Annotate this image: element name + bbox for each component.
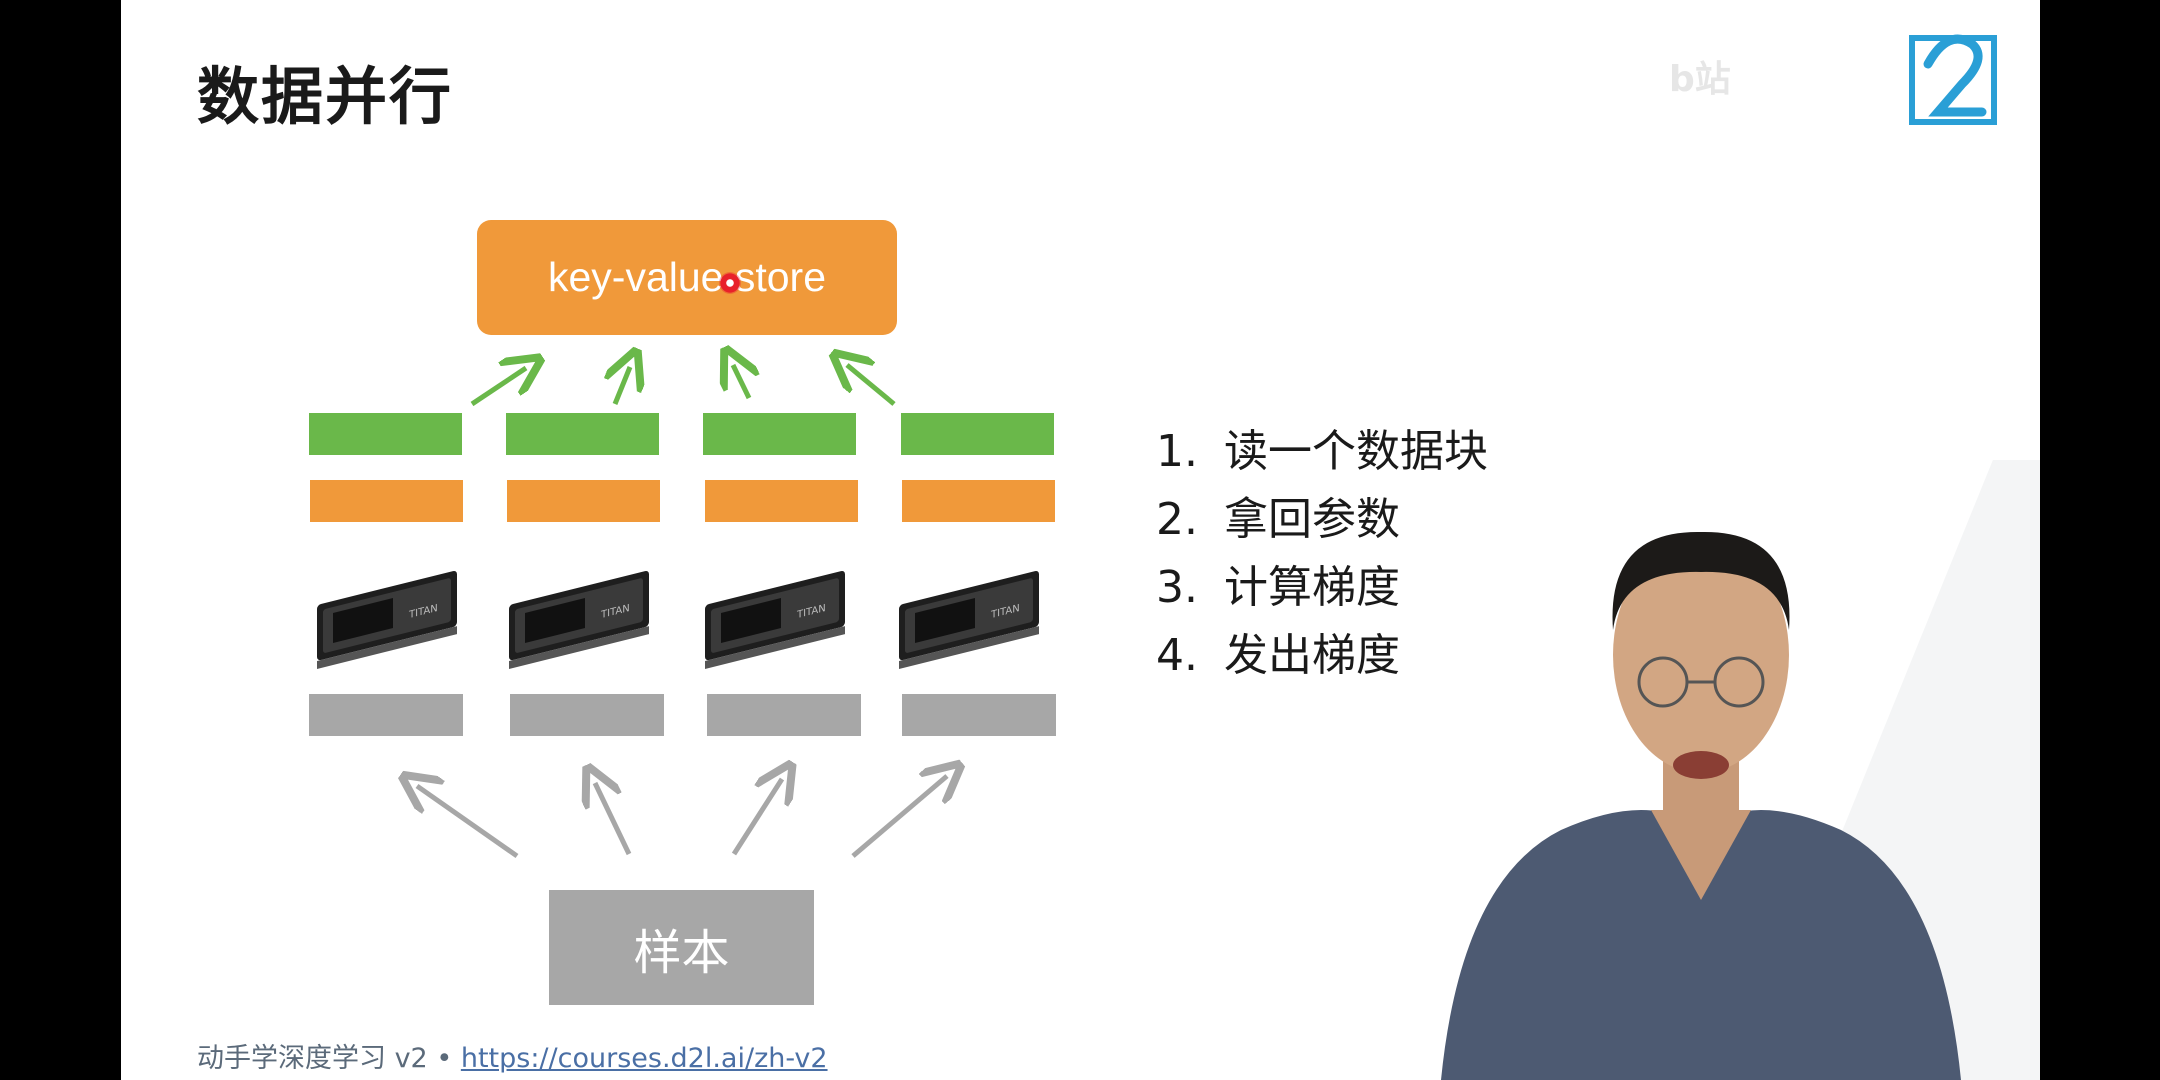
green-arrow: [733, 365, 749, 400]
slide: 数据并行 b站 key-value store TITAN TITAN TITA…: [121, 0, 2040, 1080]
orange-bar: [902, 480, 1055, 522]
orange-bar: [705, 480, 858, 522]
gray-bar: [902, 694, 1056, 736]
presenter-video: [1441, 460, 2040, 1080]
orange-bar: [507, 480, 660, 522]
sample-box: 样本: [549, 890, 814, 1005]
gpu-card-icon: TITAN: [705, 570, 845, 670]
green-bar: [901, 413, 1054, 455]
course-link[interactable]: https://courses.d2l.ai/zh-v2: [461, 1043, 828, 1074]
footer: 动手学深度学习 v2 • https://courses.d2l.ai/zh-v…: [197, 1036, 828, 1075]
gray-arrow: [731, 779, 782, 856]
green-bar: [309, 413, 462, 455]
green-arrow: [470, 368, 526, 407]
gray-bar: [510, 694, 664, 736]
gray-bar: [707, 694, 861, 736]
gray-arrow: [417, 786, 519, 859]
gray-arrow: [851, 776, 947, 858]
footer-course: 动手学深度学习 v2 •: [197, 1043, 461, 1074]
green-arrow: [615, 367, 630, 405]
gpu-card-icon: TITAN: [317, 570, 457, 670]
gpu-card-icon: TITAN: [509, 570, 649, 670]
green-bar: [703, 413, 856, 455]
gray-bar: [309, 694, 463, 736]
orange-bar: [310, 480, 463, 522]
gpu-card-icon: TITAN: [899, 570, 1039, 670]
gray-arrow: [595, 783, 632, 856]
green-arrow: [847, 365, 896, 406]
green-bar: [506, 413, 659, 455]
